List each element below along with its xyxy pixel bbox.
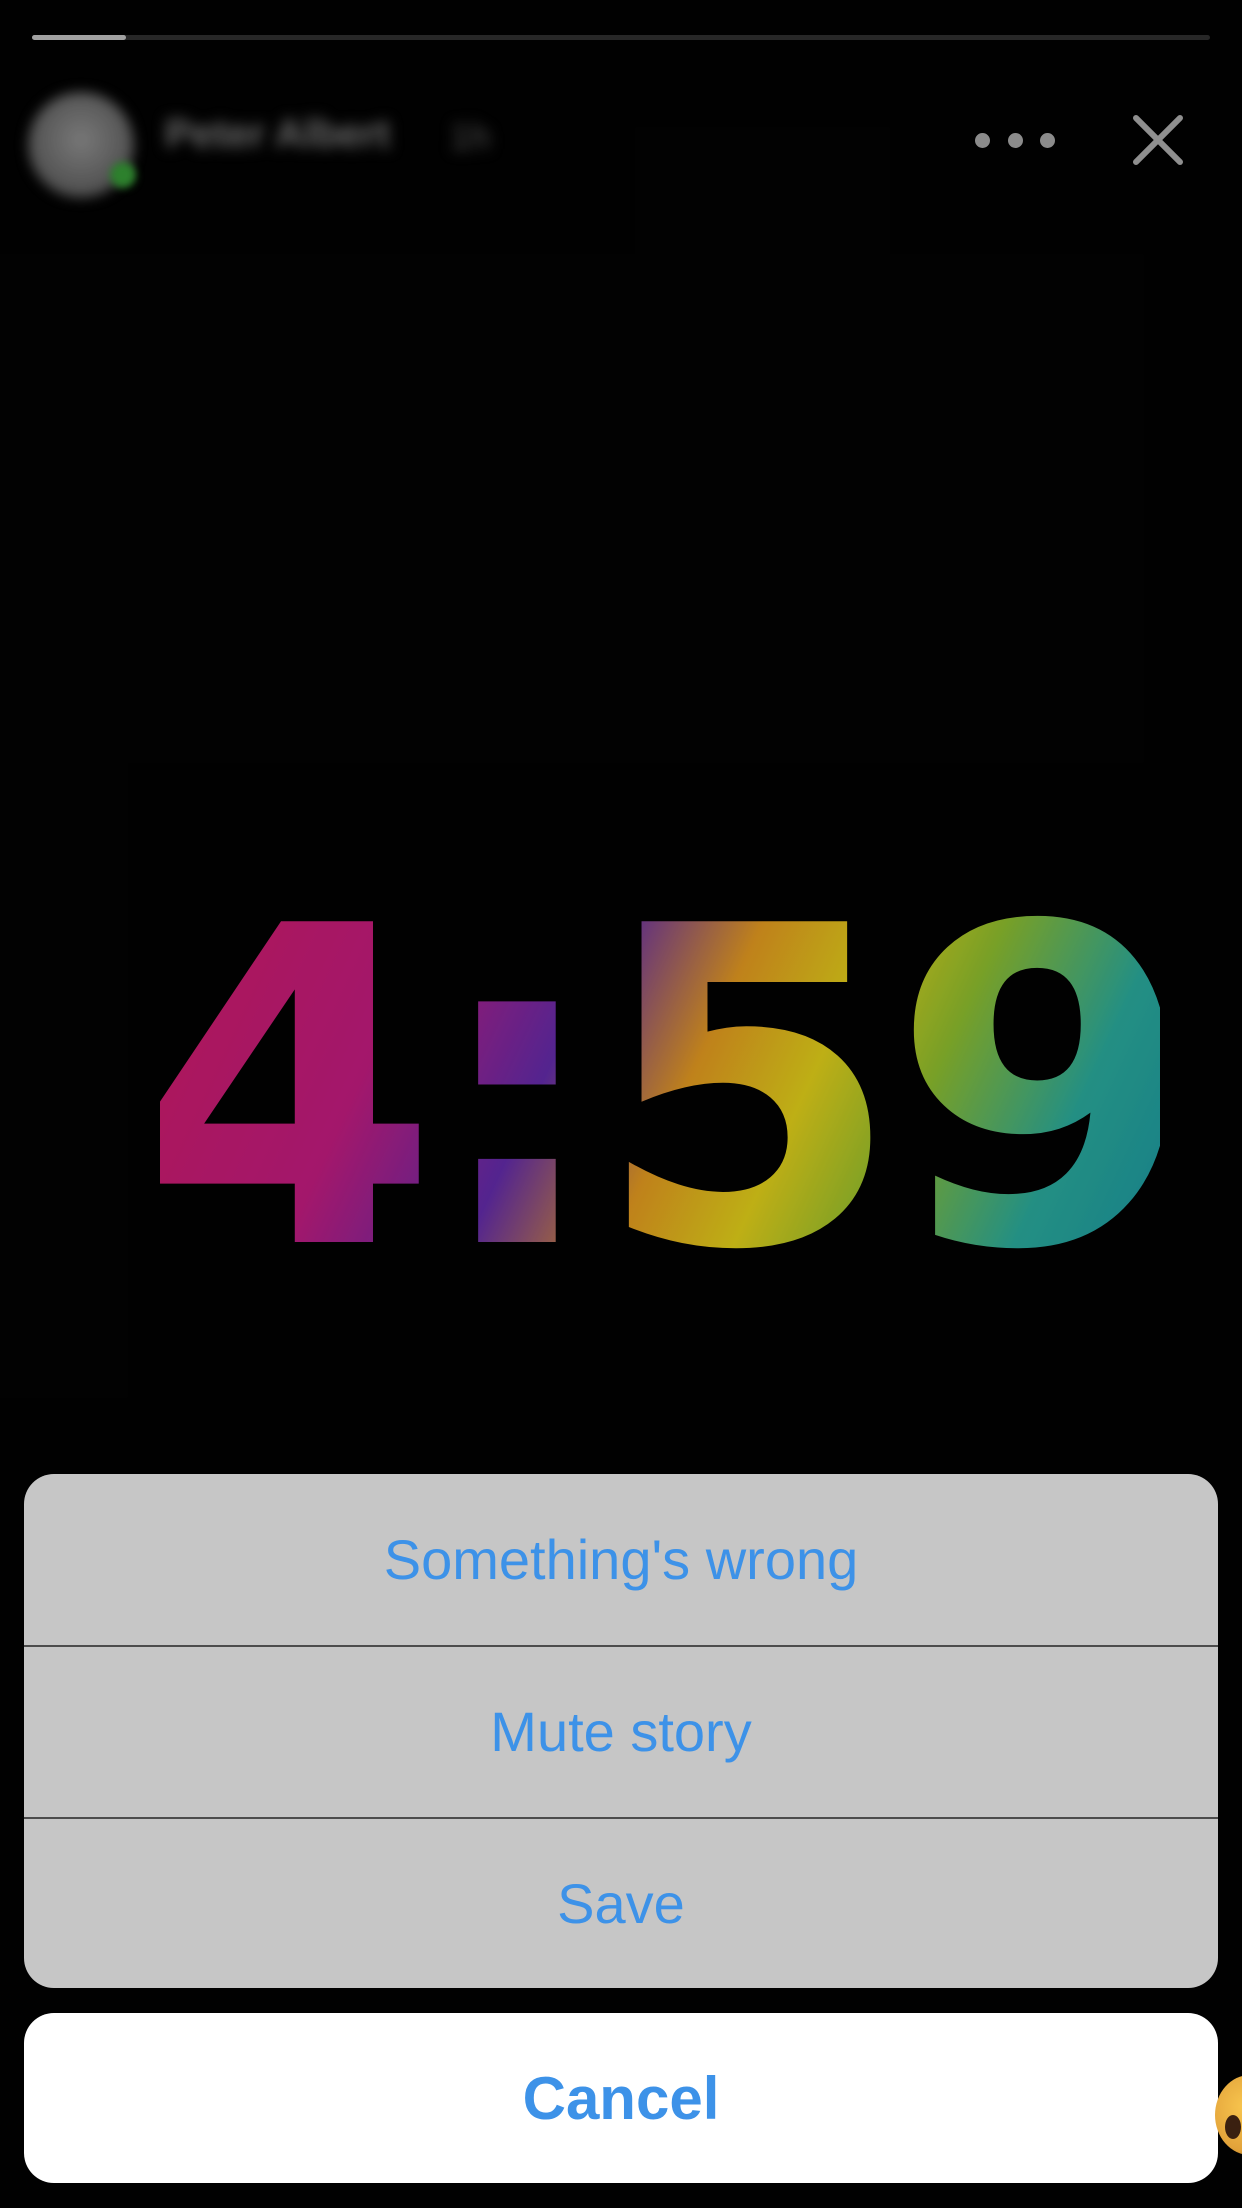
story-progress-bar xyxy=(32,35,1210,40)
save-button[interactable]: Save xyxy=(24,1818,1218,1988)
close-icon xyxy=(1133,115,1183,165)
something-wrong-button[interactable]: Something's wrong xyxy=(24,1474,1218,1645)
action-sheet: Something's wrong Mute story Save xyxy=(24,1474,1218,1988)
story-timestamp: 1h xyxy=(450,116,491,157)
ellipsis-icon xyxy=(975,132,990,148)
story-clock-image: 4:59 xyxy=(132,834,1197,1346)
close-button[interactable] xyxy=(1130,112,1186,168)
story-progress-fill xyxy=(32,35,127,40)
mute-story-button[interactable]: Mute story xyxy=(24,1646,1218,1817)
cancel-button[interactable]: Cancel xyxy=(24,2013,1218,2183)
more-options-button[interactable] xyxy=(975,120,1055,160)
online-status-dot xyxy=(110,162,136,188)
story-username[interactable]: Peter Albert xyxy=(165,112,390,157)
